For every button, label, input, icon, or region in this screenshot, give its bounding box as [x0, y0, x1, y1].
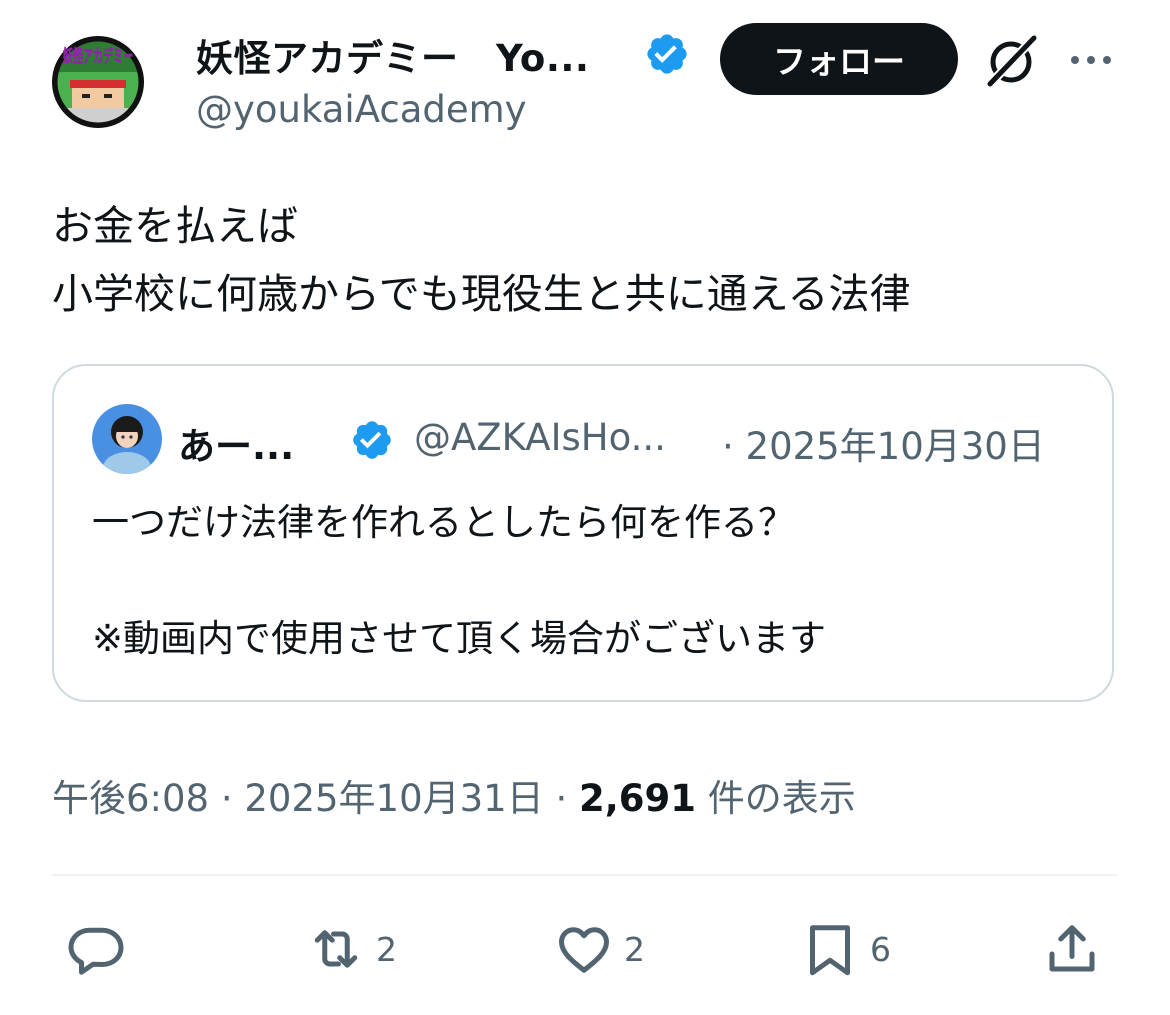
- like-button[interactable]: 2: [554, 914, 645, 984]
- quoted-verified-badge-icon: [350, 418, 394, 462]
- divider: [52, 874, 1118, 876]
- share-icon: [1049, 925, 1095, 972]
- tweet-text: お金を払えば 小学校に何歳からでも現役生と共に通える法律: [52, 192, 911, 328]
- reply-button[interactable]: [66, 914, 136, 984]
- like-count: 2: [624, 929, 645, 969]
- quoted-tweet-date: · 2025年10月30日: [722, 425, 1045, 468]
- grok-icon[interactable]: [982, 32, 1040, 90]
- author-handle[interactable]: @youkaiAcademy: [196, 88, 527, 131]
- tweet-text-line: お金を払えば: [52, 202, 298, 250]
- share-button[interactable]: [1042, 914, 1102, 984]
- verified-badge-icon: [644, 31, 690, 77]
- tweet-timestamp[interactable]: 午後6:08 · 2025年10月31日 ·: [52, 777, 579, 820]
- view-count[interactable]: 2,691: [579, 777, 696, 820]
- heart-icon: [559, 927, 609, 973]
- avatar-logo-text: 妖怪アカデミー: [63, 46, 133, 67]
- tweet-text-line: 小学校に何歳からでも現役生と共に通える法律: [52, 270, 911, 318]
- retweet-count: 2: [376, 929, 397, 969]
- bookmark-icon: [810, 925, 850, 976]
- quoted-author-name[interactable]: あー...: [178, 416, 294, 470]
- author-display-name[interactable]: 妖怪アカデミー Yo...: [196, 28, 589, 82]
- quoted-tweet-text: 一つだけ法律を作れるとしたら何を作る？ ※動画内で使用させて頂く場合がございます: [92, 494, 826, 668]
- quoted-text-line: ※動画内で使用させて頂く場合がございます: [92, 617, 827, 660]
- quoted-author-handle[interactable]: @AZKAIsHo...: [414, 416, 666, 459]
- reply-icon: [68, 927, 124, 975]
- view-count-label: 件の表示: [696, 777, 856, 820]
- quoted-tweet-card[interactable]: あー... @AZKAIsHo... · 2025年10月30日 一つだけ法律を…: [52, 364, 1114, 702]
- retweet-button[interactable]: 2: [306, 914, 397, 984]
- bookmark-count: 6: [870, 929, 891, 969]
- bookmark-button[interactable]: 6: [800, 914, 891, 984]
- follow-button[interactable]: フォロー: [720, 23, 958, 95]
- quoted-author-avatar[interactable]: [92, 404, 162, 474]
- retweet-icon: [314, 930, 358, 968]
- quoted-text-line: 一つだけ法律を作れるとしたら何を作る？: [92, 501, 795, 544]
- author-avatar[interactable]: 妖怪アカデミー: [52, 22, 144, 142]
- tweet-meta: 午後6:08 · 2025年10月31日 · 2,691 件の表示: [52, 768, 856, 822]
- more-options-icon[interactable]: [1068, 48, 1114, 72]
- quoted-text-line: [92, 552, 826, 610]
